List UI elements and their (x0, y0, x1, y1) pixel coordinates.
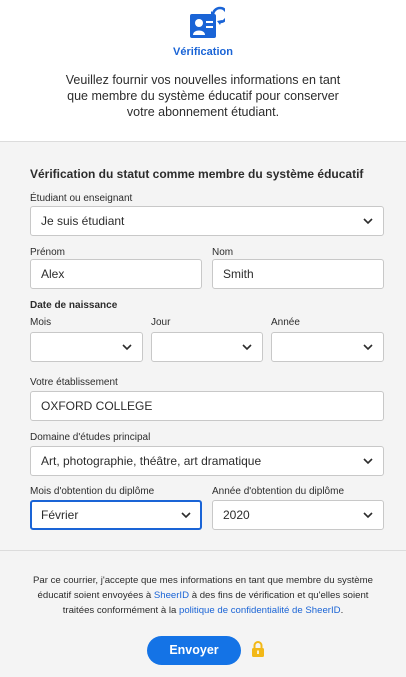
submit-button[interactable]: Envoyer (147, 636, 241, 665)
last-name-label: Nom (212, 247, 234, 258)
chevron-down-icon (363, 344, 373, 351)
status-label: Étudiant ou enseignant (30, 193, 133, 204)
grad-year-label: Année d'obtention du diplôme (212, 486, 345, 497)
birth-year-label: Année (271, 317, 300, 328)
sheerid-link[interactable]: SheerID (154, 590, 189, 601)
last-name-field[interactable]: Smith (212, 259, 384, 289)
birth-day-select[interactable] (151, 332, 263, 362)
grad-year-value: 2020 (223, 508, 250, 522)
birth-date-label: Date de naissance (30, 300, 118, 311)
chevron-down-icon (242, 344, 252, 351)
intro-text: Veuillez fournir vos nouvelles informati… (65, 73, 341, 119)
consent-text: Par ce courrier, j'accepte que mes infor… (22, 573, 384, 618)
birth-day-label: Jour (151, 317, 171, 328)
field-of-study-select[interactable]: Art, photographie, théâtre, art dramatiq… (30, 446, 384, 476)
grad-month-value: Février (41, 508, 79, 522)
footer: Par ce courrier, j'accepte que mes infor… (0, 551, 406, 677)
birth-month-label: Mois (30, 317, 52, 328)
chevron-down-icon (363, 218, 373, 225)
header: Vérification Veuillez fournir vos nouvel… (0, 0, 406, 140)
field-of-study-label: Domaine d'études principal (30, 432, 151, 443)
chevron-down-icon (181, 512, 191, 519)
grad-year-select[interactable]: 2020 (212, 500, 384, 530)
verification-form: Vérification du statut comme membre du s… (0, 142, 406, 550)
grad-month-select[interactable]: Février (30, 500, 202, 530)
lock-icon (252, 641, 264, 657)
first-name-value: Alex (41, 267, 65, 281)
id-card-refresh-icon (190, 6, 225, 38)
status-select[interactable]: Je suis étudiant (30, 206, 384, 236)
birth-year-select[interactable] (271, 332, 384, 362)
form-section-title: Vérification du statut comme membre du s… (30, 167, 364, 181)
school-value: OXFORD COLLEGE (41, 399, 153, 413)
chevron-down-icon (122, 344, 132, 351)
school-label: Votre établissement (30, 377, 118, 388)
grad-month-label: Mois d'obtention du diplôme (30, 486, 155, 497)
chevron-down-icon (363, 512, 373, 519)
status-value: Je suis étudiant (41, 214, 125, 228)
privacy-policy-link[interactable]: politique de confidentialité de SheerID (179, 605, 341, 616)
school-field[interactable]: OXFORD COLLEGE (30, 391, 384, 421)
field-of-study-value: Art, photographie, théâtre, art dramatiq… (41, 454, 262, 468)
birth-month-select[interactable] (30, 332, 143, 362)
last-name-value: Smith (223, 267, 254, 281)
chevron-down-icon (363, 458, 373, 465)
first-name-field[interactable]: Alex (30, 259, 202, 289)
page-title: Vérification (173, 46, 233, 58)
consent-part: . (340, 605, 344, 616)
first-name-label: Prénom (30, 247, 66, 258)
